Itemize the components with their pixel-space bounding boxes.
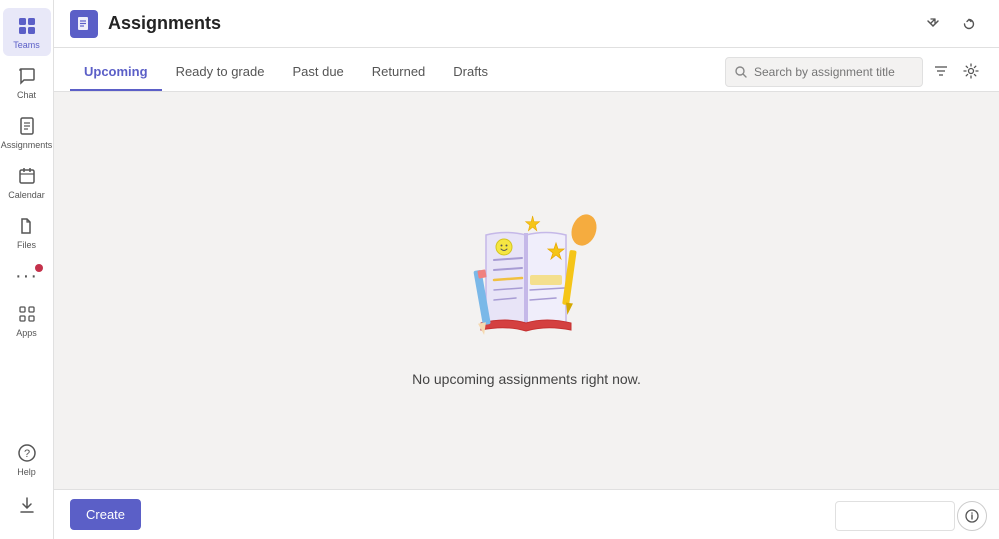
teams-icon <box>15 14 39 38</box>
book-illustration <box>436 195 616 355</box>
search-input[interactable] <box>754 65 914 79</box>
empty-message: No upcoming assignments right now. <box>412 371 641 387</box>
chat-icon <box>15 64 39 88</box>
tab-ready-to-grade[interactable]: Ready to grade <box>162 54 279 91</box>
files-icon <box>15 214 39 238</box>
minimize-button[interactable] <box>919 10 947 38</box>
sidebar-item-more[interactable]: ··· <box>3 258 51 294</box>
bottom-search-box[interactable] <box>835 501 955 531</box>
notification-dot <box>35 264 43 272</box>
sidebar-item-teams-label: Teams <box>13 40 40 50</box>
sidebar: Teams Chat Assignments <box>0 0 54 539</box>
main-content: Assignments Upcoming Ready to grade Past… <box>54 0 999 539</box>
sidebar-item-files[interactable]: Files <box>3 208 51 256</box>
sidebar-item-chat-label: Chat <box>17 90 36 100</box>
create-button[interactable]: Create <box>70 499 141 530</box>
search-icon <box>734 65 748 79</box>
refresh-button[interactable] <box>955 10 983 38</box>
settings-button[interactable] <box>959 59 983 86</box>
bottom-bar: Create <box>54 489 999 539</box>
assignments-icon <box>15 114 39 138</box>
tab-past-due[interactable]: Past due <box>278 54 357 91</box>
sidebar-item-calendar-label: Calendar <box>8 190 45 200</box>
svg-text:?: ? <box>23 448 29 460</box>
header-actions <box>919 10 983 38</box>
empty-state: No upcoming assignments right now. <box>412 195 641 387</box>
help-icon: ? <box>15 441 39 465</box>
tab-search-area <box>725 57 983 91</box>
sidebar-item-chat[interactable]: Chat <box>3 58 51 106</box>
calendar-icon <box>15 164 39 188</box>
info-button[interactable] <box>957 501 987 531</box>
sidebar-item-help-label: Help <box>17 467 36 477</box>
content-area: No upcoming assignments right now. <box>54 92 999 489</box>
tab-drafts[interactable]: Drafts <box>439 54 502 91</box>
app-header-icon <box>70 10 98 38</box>
search-box[interactable] <box>725 57 923 87</box>
sidebar-bottom: ? Help <box>3 435 51 523</box>
sidebar-item-apps-label: Apps <box>16 328 37 338</box>
sidebar-item-calendar[interactable]: Calendar <box>3 158 51 206</box>
sidebar-item-apps[interactable]: Apps <box>3 296 51 344</box>
app-header: Assignments <box>54 0 999 48</box>
apps-icon <box>15 302 39 326</box>
sidebar-item-teams[interactable]: Teams <box>3 8 51 56</box>
sidebar-item-download[interactable] <box>3 487 51 523</box>
sidebar-item-files-label: Files <box>17 240 36 250</box>
sidebar-item-assignments[interactable]: Assignments <box>3 108 51 156</box>
filter-button[interactable] <box>929 59 953 86</box>
page-title: Assignments <box>108 13 221 34</box>
sidebar-item-help[interactable]: ? Help <box>3 435 51 483</box>
sidebar-item-assignments-label: Assignments <box>1 140 53 150</box>
tabs-bar: Upcoming Ready to grade Past due Returne… <box>54 48 999 92</box>
tab-upcoming[interactable]: Upcoming <box>70 54 162 91</box>
download-icon <box>15 493 39 517</box>
tab-returned[interactable]: Returned <box>358 54 439 91</box>
